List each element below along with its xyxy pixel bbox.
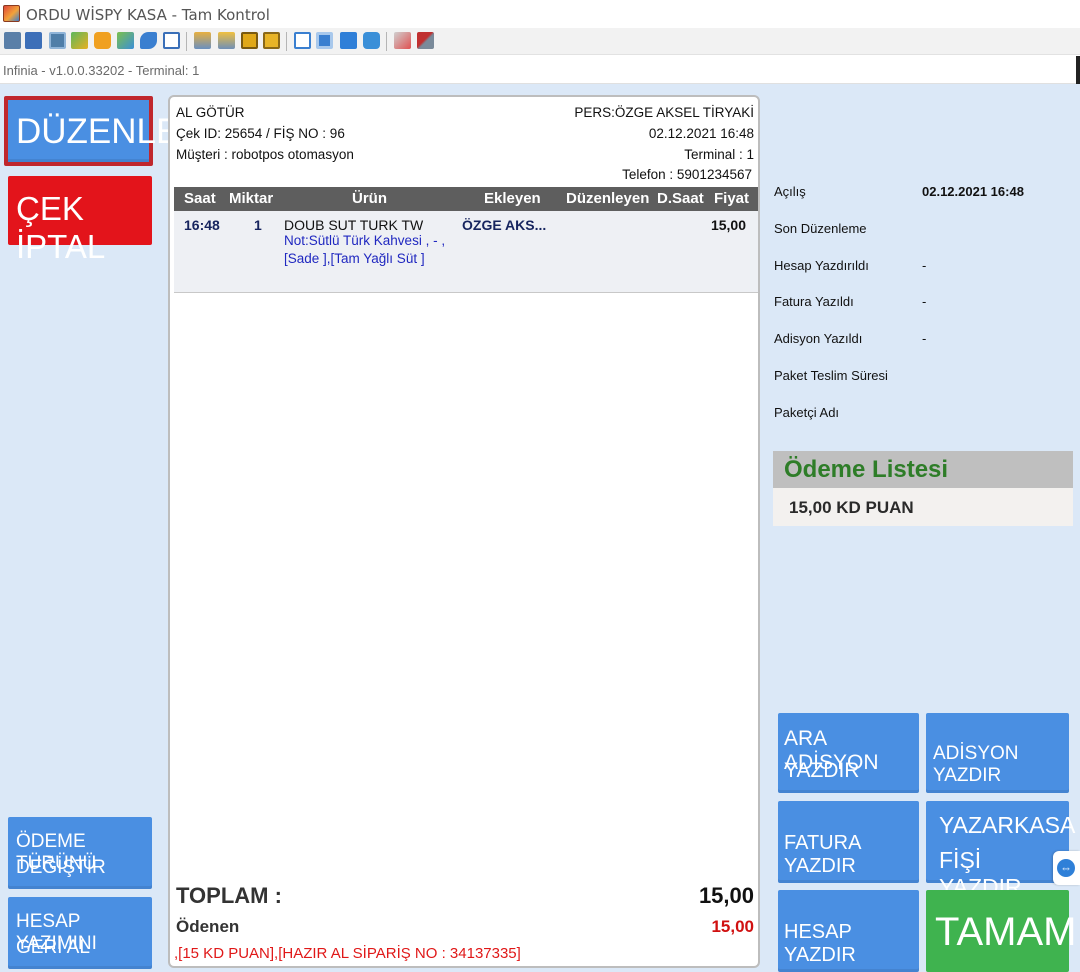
edit-button-label: DÜZENLE [16, 112, 180, 151]
receipt-footnote: ,[15 KD PUAN],[HAZIR AL SİPARİŞ NO : 341… [174, 945, 521, 962]
print-bill-label: ADİSYON YAZDIR [933, 743, 1019, 786]
ok-button[interactable]: TAMAM [926, 890, 1076, 972]
upload-icon[interactable] [194, 32, 211, 49]
payment-list-header: Ödeme Listesi [773, 451, 1073, 488]
interim-bill-print-button[interactable]: ARA ADİSYON YAZDIR [778, 713, 919, 793]
table-row[interactable]: 16:48 1 DOUB SUT TURK TW Not:Sütlü Türk … [174, 211, 758, 293]
screen-icon[interactable] [25, 32, 42, 49]
undo-print-line2: GERİ AL [16, 937, 90, 958]
change-payment-type-button[interactable]: ÖDEME TÜRÜNÜ DEĞİŞTİR [8, 817, 152, 889]
window-title: ORDU WİSPY KASA - Tam Kontrol [26, 6, 270, 24]
remote-support-icon: ⇔ [1057, 859, 1075, 877]
paid-value: 15,00 [711, 917, 754, 936]
toolbar-separator [286, 32, 287, 51]
staff-name: PERS:ÖZGE AKSEL TİRYAKİ [574, 105, 754, 120]
receipt-phone: Telefon : 5901234567 [622, 167, 752, 182]
total-value: 15,00 [698, 883, 754, 908]
item-note-line1: Not:Sütlü Türk Kahvesi , - , [284, 233, 446, 248]
item-time: 16:48 [184, 217, 220, 233]
info-value-invoice-printed: - [922, 294, 927, 309]
fiscal-receipt-print-button[interactable]: YAZARKASA FİŞİ YAZDIR [926, 801, 1075, 900]
col-price: Fiyat [714, 190, 750, 207]
chat-icon[interactable] [117, 32, 134, 49]
check-info: Çek ID: 25654 / FİŞ NO : 96 [176, 126, 345, 141]
col-edit-time: D.Saat [657, 190, 704, 207]
info-value-check-printed: - [922, 258, 927, 273]
item-note-line2: [Sade ],[Tam Yağlı Süt ] [284, 251, 425, 266]
phone-icon[interactable] [140, 32, 157, 49]
info-label-delivery-time: Paket Teslim Süresi [774, 368, 888, 383]
ok-button-label: TAMAM [935, 910, 1077, 954]
info-label-invoice-printed: Fatura Yazıldı [774, 294, 854, 309]
print-check-label: HESAP YAZDIR [784, 921, 856, 966]
change-payment-line2: DEĞİŞTİR [16, 857, 106, 878]
info-label-bill-printed: Adisyon Yazıldı [774, 331, 863, 346]
customer-name: Müşteri : robotpos otomasyon [176, 147, 354, 162]
info-label-check-printed: Hesap Yazdırıldı [774, 258, 869, 273]
stop-icon[interactable] [340, 32, 357, 49]
window-icon[interactable] [294, 32, 311, 49]
order-type: AL GÖTÜR [176, 105, 245, 120]
print-bill-button[interactable]: ADİSYON YAZDIR [926, 713, 1069, 793]
version-text: Infinia - v1.0.0.33202 - Terminal: 1 [3, 63, 200, 78]
app-icon [3, 5, 20, 22]
col-edited-by: Düzenleyen [566, 190, 650, 207]
item-added-by: ÖZGE AKS... [462, 217, 547, 233]
interim-bill-line2: YAZDIR [784, 759, 860, 782]
cancel-check-button[interactable]: ÇEK İPTAL [8, 176, 152, 265]
toolbar [0, 28, 1080, 55]
paid-label: Ödenen [176, 917, 240, 936]
item-product: DOUB SUT TURK TW [284, 217, 424, 233]
print-invoice-label: FATURA YAZDIR [784, 832, 861, 877]
col-qty: Miktar [229, 190, 274, 207]
fiscal-line1: YAZARKASA [939, 812, 1076, 838]
item-qty: 1 [254, 217, 262, 233]
clock-icon[interactable] [94, 32, 111, 49]
col-product: Ürün [352, 190, 387, 207]
toolbar-separator [186, 32, 187, 51]
payment-list-title: Ödeme Listesi [784, 456, 949, 483]
info-value-bill-printed: - [922, 331, 927, 346]
payment-item: 15,00 KD PUAN [789, 498, 914, 517]
info-label-last-edit: Son Düzenleme [774, 221, 867, 236]
col-time: Saat [184, 190, 216, 207]
version-bar: Infinia - v1.0.0.33202 - Terminal: 1 [0, 56, 1080, 84]
remote-support-tab[interactable]: ⇔ [1053, 851, 1080, 885]
transfer-icon[interactable] [71, 32, 88, 49]
copy-icon[interactable] [394, 32, 411, 49]
terminal-icon[interactable] [49, 32, 66, 49]
col-added-by: Ekleyen [484, 190, 541, 207]
fullscreen-icon[interactable] [316, 32, 333, 49]
info-label-courier: Paketçi Adı [774, 405, 840, 420]
undo-check-print-button[interactable]: HESAP YAZIMINI GERİ AL [8, 897, 152, 969]
refresh-icon[interactable] [363, 32, 380, 49]
list-item[interactable]: 15,00 KD PUAN [773, 488, 1073, 526]
total-label: TOPLAM : [176, 883, 282, 908]
cancel-check-button-label: ÇEK İPTAL [16, 190, 106, 265]
print-check-button[interactable]: HESAP YAZDIR [778, 890, 919, 972]
receipt-panel: AL GÖTÜR Çek ID: 25654 / FİŞ NO : 96 Müş… [168, 95, 760, 968]
toolbar-separator [386, 32, 387, 51]
items-table-header: Saat Miktar Ürün Ekleyen Düzenleyen D.Sa… [174, 187, 758, 211]
unlock-icon[interactable] [263, 32, 280, 49]
item-price: 15,00 [710, 217, 746, 233]
edit-button[interactable]: DÜZENLE [4, 96, 179, 166]
network-icon[interactable] [218, 32, 235, 49]
info-value-opened: 02.12.2021 16:48 [922, 184, 1024, 199]
receipt-datetime: 02.12.2021 16:48 [648, 126, 754, 141]
info-label-opened: Açılış [774, 184, 806, 199]
window-titlebar: ORDU WİSPY KASA - Tam Kontrol [0, 0, 1080, 28]
pos-icon[interactable] [4, 32, 21, 49]
tools-icon[interactable] [417, 32, 434, 49]
print-invoice-button[interactable]: FATURA YAZDIR [778, 801, 919, 883]
receipt-terminal: Terminal : 1 [684, 147, 754, 162]
lock-icon[interactable] [241, 32, 258, 49]
message-icon[interactable] [163, 32, 180, 49]
